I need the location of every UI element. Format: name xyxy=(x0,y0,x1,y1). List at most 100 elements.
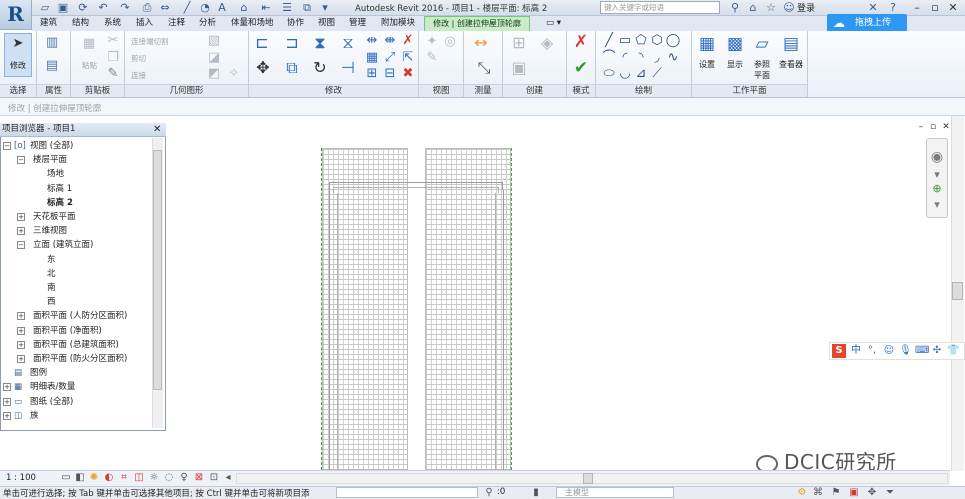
tree-expander-icon[interactable]: + xyxy=(17,341,25,349)
finish-edit-icon[interactable]: ✔ xyxy=(572,60,590,77)
circle-icon[interactable]: ◯ xyxy=(664,33,682,49)
panel-geometry-label[interactable]: 几何图形 xyxy=(125,84,248,97)
tab-architecture[interactable]: 建筑 xyxy=(40,17,57,30)
filter-icon-status[interactable]: ⚲ xyxy=(483,487,495,498)
switch-windows-icon[interactable]: ▾ xyxy=(318,1,332,14)
panel-clipboard-label[interactable]: 剪贴板 xyxy=(71,84,124,97)
section-icon[interactable]: ⇤ xyxy=(259,1,273,14)
browser-tree-item[interactable]: 面积平面 (净面积) xyxy=(33,325,102,338)
login-link[interactable]: 登录 xyxy=(797,1,815,14)
punctuation-icon[interactable]: °, xyxy=(866,344,878,358)
panel-workplane-label[interactable]: 工作平面 xyxy=(692,84,807,97)
split-gap-icon[interactable]: ⇼ xyxy=(381,33,399,49)
browser-tree-item[interactable]: 视图 (全部) xyxy=(30,140,73,153)
align-icon[interactable]: ⊏ xyxy=(253,35,271,51)
dimension-tool-icon[interactable]: ⤡ xyxy=(475,60,493,76)
temporary-hide-icon[interactable]: ☼ xyxy=(148,472,160,484)
3d-view-icon[interactable]: ⌂ xyxy=(237,1,251,14)
sogou-logo-icon[interactable]: S xyxy=(832,344,846,358)
browser-tree-item[interactable]: 西 xyxy=(47,296,56,309)
tree-expander-icon[interactable]: − xyxy=(17,241,25,249)
browser-tree-item[interactable]: 天花板平面 xyxy=(33,211,76,224)
print-icon[interactable]: ⎙ xyxy=(140,1,154,14)
mirror-draw-icon[interactable]: ⧖ xyxy=(339,35,357,51)
roof-tile-region-left[interactable] xyxy=(322,148,408,470)
delete-icon-top[interactable]: ✗ xyxy=(399,33,417,49)
split-icon[interactable]: ⇹ xyxy=(363,33,381,49)
panel-view-label[interactable]: 视图 xyxy=(419,84,463,97)
tree-expander-icon[interactable]: + xyxy=(17,213,25,221)
panel-draw-label[interactable]: 绘制 xyxy=(596,84,691,97)
design-option-select[interactable]: 主模型 xyxy=(556,487,674,498)
nav-dropdown-icon[interactable]: ▾ xyxy=(929,168,945,182)
application-menu-button[interactable]: R xyxy=(0,0,32,30)
paste-icon[interactable]: ▦ xyxy=(80,36,98,52)
tree-expander-icon[interactable]: + xyxy=(17,227,25,235)
close-hidden-icon[interactable]: ⧉ xyxy=(300,1,314,14)
browser-tree-item[interactable]: 东 xyxy=(47,254,56,267)
panel-select-label[interactable]: 选择 xyxy=(0,84,36,97)
tree-expander-icon[interactable]: + xyxy=(3,398,11,406)
cancel-edit-icon[interactable]: ✗ xyxy=(572,34,590,51)
tab-analyze[interactable]: 分析 xyxy=(199,17,216,30)
tab-modify-create-roof[interactable]: 修改 | 创建拉伸屋顶轮廓 xyxy=(424,16,530,31)
panel-measure-label[interactable]: 测量 xyxy=(464,84,502,97)
offset-icon[interactable]: ⊐ xyxy=(283,35,301,51)
tree-expander-icon[interactable]: + xyxy=(17,355,25,363)
select-links-icon[interactable]: ⚙ xyxy=(796,487,808,498)
rotate-icon[interactable]: ↻ xyxy=(311,60,329,76)
wall-join-icon[interactable]: ◪ xyxy=(205,50,223,66)
open-icon[interactable]: ▱ xyxy=(38,1,52,14)
toolbox-icon[interactable]: ✣ xyxy=(931,344,943,358)
cut-icon[interactable]: ✂ xyxy=(104,33,122,49)
exchange-icon[interactable]: ✕ xyxy=(866,1,880,14)
filter-icon[interactable]: ⏷ xyxy=(884,487,896,498)
browser-tree-item[interactable]: 明细表/数量 xyxy=(30,381,75,394)
select-by-face-icon[interactable]: ▣ xyxy=(848,487,860,498)
steering-wheel-icon[interactable]: ◉ xyxy=(929,150,945,164)
browser-tree-item[interactable]: 场地 xyxy=(47,168,64,181)
panel-toggle-icon[interactable]: ▭ ▾ xyxy=(546,17,561,30)
array-icon[interactable]: ▦ xyxy=(363,50,381,66)
browser-tree-item[interactable]: 族 xyxy=(30,410,39,423)
browser-tree-item[interactable]: 面积平面 (人防分区面积) xyxy=(33,310,127,323)
browser-tree-item[interactable]: 标高 2 xyxy=(47,197,73,210)
browser-tree-item[interactable]: 标高 1 xyxy=(47,183,72,196)
tab-massing-site[interactable]: 体量和场地 xyxy=(231,17,274,30)
join-geometry-icon[interactable]: ▧ xyxy=(205,33,223,49)
viewer-icon[interactable]: ▤ xyxy=(782,36,800,53)
crop-view-icon[interactable]: ⌗ xyxy=(118,472,130,484)
tab-add-ins[interactable]: 附加模块 xyxy=(381,17,415,30)
type-properties-icon[interactable]: ▥ xyxy=(43,35,61,51)
user-icon[interactable]: ☺ xyxy=(782,1,796,14)
emoji-icon[interactable]: ☺ xyxy=(883,344,895,358)
mirror-axis-icon[interactable]: ⧗ xyxy=(311,35,329,51)
favorites-icon[interactable]: ☆ xyxy=(764,1,778,14)
cut-label[interactable]: 剪切 xyxy=(131,53,146,64)
microphone-icon[interactable]: 🎙 xyxy=(899,344,912,358)
browser-tree-item[interactable]: 北 xyxy=(47,268,56,281)
text-icon[interactable]: A xyxy=(215,1,229,14)
tree-expander-icon[interactable]: − xyxy=(3,142,11,150)
browser-scroll-thumb[interactable] xyxy=(153,150,162,390)
tree-expander-icon[interactable]: + xyxy=(3,412,11,420)
browser-tree-item[interactable]: 面积平面 (总建筑面积) xyxy=(33,339,119,352)
browser-tree-item[interactable]: 立面 (建筑立面) xyxy=(33,239,93,252)
set-workplane-icon[interactable]: ▦ xyxy=(698,36,716,53)
search-input[interactable]: 键入关键字或短语 xyxy=(600,1,720,14)
scroll-left-icon[interactable]: ◂ xyxy=(222,472,234,484)
save-icon[interactable]: ▣ xyxy=(56,1,70,14)
panel-mode-label[interactable]: 模式 xyxy=(567,84,595,97)
zoom-dropdown-icon[interactable]: ▾ xyxy=(929,198,945,212)
browser-tree-item[interactable]: 三维视图 xyxy=(33,225,67,238)
create-part-icon[interactable]: ◈ xyxy=(538,35,556,51)
detail-level-icon[interactable]: ▭ xyxy=(60,472,72,484)
design-options-icon[interactable]: ▮ xyxy=(530,487,542,498)
panel-properties-label[interactable]: 属性 xyxy=(37,84,70,97)
crop-region-icon[interactable]: ◫ xyxy=(133,472,145,484)
sync-icon[interactable]: ⟳ xyxy=(76,1,90,14)
join-label[interactable]: 连接 xyxy=(131,70,146,81)
roof-tile-region-right[interactable] xyxy=(425,148,511,470)
tree-expander-icon[interactable]: + xyxy=(17,327,25,335)
override-icon[interactable]: ✎ xyxy=(423,50,441,66)
